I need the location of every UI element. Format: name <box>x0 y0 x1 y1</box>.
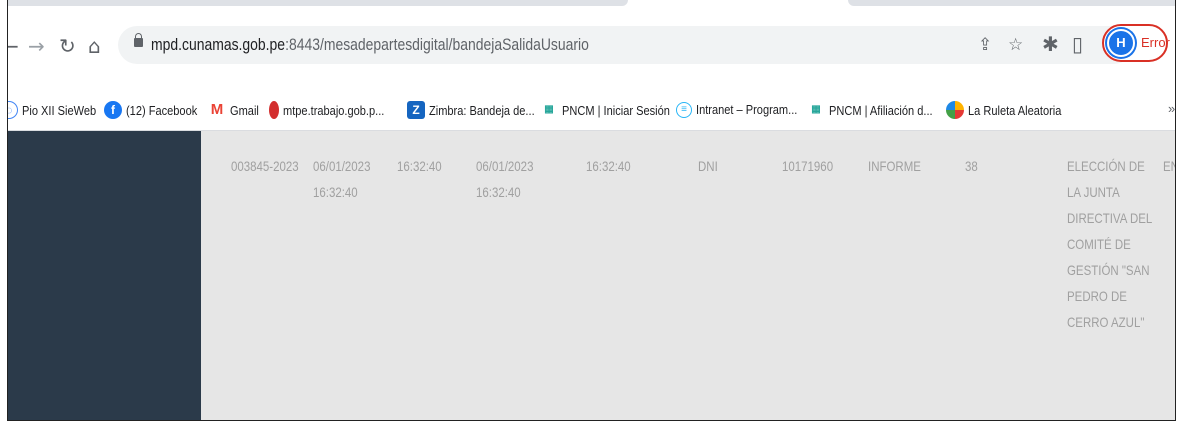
bookmark-gmail[interactable]: M Gmail <box>208 101 264 121</box>
intranet-icon: ≡ <box>676 101 692 118</box>
star-icon[interactable]: ☆ <box>1008 35 1023 55</box>
globe-icon: ◌ <box>8 101 18 119</box>
cell-hora-envio: 16:32:40 <box>586 158 631 174</box>
bookmark-label: Zimbra: Bandeja de... <box>429 102 535 118</box>
tab-strip <box>8 0 1175 8</box>
zimbra-icon: Z <box>407 101 425 119</box>
cell-numero: 003845-2023 <box>231 158 299 174</box>
mtpe-icon <box>269 101 279 119</box>
bookmark-facebook[interactable]: f (12) Facebook <box>104 101 210 121</box>
bookmark-mtpe[interactable]: mtpe.trabajo.gob.p... <box>269 101 402 121</box>
bookmark-pio-xii[interactable]: ◌Pio XII SieWeb <box>8 101 109 121</box>
pncm-icon: ▦ <box>807 101 825 119</box>
outbox-table: 003845-2023 06/01/2023 16:32:40 16:32:40… <box>201 131 1175 420</box>
cell-fecha-envio: 06/01/2023 16:32:40 <box>476 153 533 205</box>
fecha-envio-time: 16:32:40 <box>476 184 521 200</box>
back-icon[interactable]: ← <box>8 32 19 60</box>
sidebar <box>8 131 201 420</box>
sidepanel-icon[interactable]: ▯ <box>1072 30 1083 58</box>
bookmark-label: mtpe.trabajo.gob.p... <box>283 102 385 118</box>
bookmark-zimbra[interactable]: Z Zimbra: Bandeja de... <box>407 101 553 121</box>
cell-tipo: INFORME <box>868 158 921 174</box>
cell-hora-registro: 16:32:40 <box>397 158 442 174</box>
lock-icon[interactable] <box>134 33 143 47</box>
fecha-envio-date: 06/01/2023 <box>476 158 534 174</box>
bookmark-pncm-afiliacion[interactable]: ▦ PNCM | Afiliación d... <box>807 101 951 121</box>
share-icon[interactable]: ⇪ <box>978 35 992 55</box>
bookmarks-overflow-icon[interactable]: » <box>1168 101 1175 121</box>
bookmark-pncm-login[interactable]: ▦ PNCM | Iniciar Sesión <box>540 101 689 121</box>
bookmark-label: (12) Facebook <box>126 102 198 118</box>
bookmark-ruleta[interactable]: La Ruleta Aleatoria <box>946 101 1078 121</box>
cell-tipo-documento: DNI <box>698 158 718 174</box>
browser-toolbar: ← → ↻ ⌂ mpd.cunamas.gob.pe:8443/mesadepa… <box>8 0 1175 90</box>
pncm-icon: ▦ <box>540 101 558 119</box>
bookmark-label: PNCM | Afiliación d... <box>829 102 933 118</box>
facebook-icon: f <box>104 101 122 119</box>
bookmark-label: La Ruleta Aleatoria <box>968 102 1062 118</box>
cell-numero-doc: 38 <box>965 158 978 174</box>
fecha-registro-time: 16:32:40 <box>313 184 358 200</box>
bookmarks-bar: ◌Pio XII SieWeb f(12) Facebook MGmail mt… <box>8 90 1175 131</box>
gmail-icon: M <box>208 101 226 119</box>
profile-button[interactable]: H Error <box>1102 24 1170 62</box>
bookmark-label: Intranet – Program... <box>696 102 798 118</box>
address-bar[interactable]: mpd.cunamas.gob.pe:8443/mesadepartesdigi… <box>118 26 1133 64</box>
bookmark-label: Pio XII SieWeb <box>22 102 97 118</box>
reload-icon[interactable]: ↻ <box>59 32 76 60</box>
url-path: :8443/mesadepartesdigital/bandejaSalidaU… <box>285 35 589 54</box>
profile-error-label: Error <box>1141 35 1170 50</box>
bookmark-intranet[interactable]: ≡ Intranet – Program... <box>676 101 815 121</box>
cell-fecha-registro: 06/01/2023 16:32:40 <box>313 153 370 205</box>
ruleta-icon <box>946 101 964 119</box>
fecha-registro-date: 06/01/2023 <box>313 158 371 174</box>
browser-window: ← → ↻ ⌂ mpd.cunamas.gob.pe:8443/mesadepa… <box>7 0 1176 421</box>
url-host: mpd.cunamas.gob.pe <box>151 35 286 54</box>
bookmark-label: Gmail <box>230 102 259 118</box>
menu-icon[interactable]: ⋮ <box>1171 30 1175 58</box>
url-text[interactable]: mpd.cunamas.gob.pe:8443/mesadepartesdigi… <box>151 35 589 55</box>
avatar: H <box>1107 29 1135 57</box>
cell-numero-documento: 10171960 <box>782 158 834 174</box>
home-icon[interactable]: ⌂ <box>88 32 101 60</box>
cell-extra: EN <box>1163 158 1175 174</box>
extensions-icon[interactable]: ✱ <box>1042 30 1059 58</box>
bookmark-label: PNCM | Iniciar Sesión <box>562 102 670 118</box>
forward-icon[interactable]: → <box>28 32 45 60</box>
cell-asunto: ELECCIÓN DE LA JUNTA DIRECTIVA DEL COMIT… <box>1067 158 1152 330</box>
